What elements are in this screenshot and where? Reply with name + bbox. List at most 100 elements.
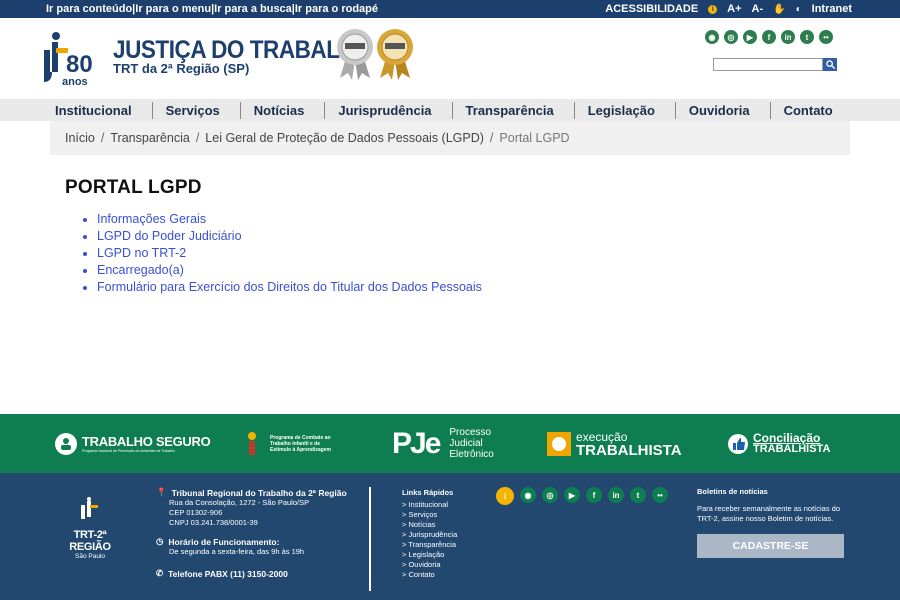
nav-item-jurisprudencia[interactable]: Jurisprudência [325,101,453,119]
pje-logo: PJe [392,426,441,460]
quick-link-servicos[interactable]: > Serviços [402,510,457,520]
contrast-icon[interactable]: ◐ [796,4,802,15]
breadcrumb-separator: / [100,131,105,145]
combate-trabalho-infantil-banner[interactable]: Programa de Combate ao Trabalho Infantil… [240,414,336,473]
search-input[interactable] [713,58,823,71]
logo-anos: anos [62,76,88,88]
quick-link-noticias[interactable]: > Notícias [402,520,457,530]
quick-links-title: Links Rápidos [402,488,454,497]
breadcrumb-link-lgpd[interactable]: Lei Geral de Proteção de Dados Pessoais … [205,131,484,145]
accessibility-bar: Ir para conteúdo| Ir para o menu| Ir par… [0,0,900,18]
twitter-icon[interactable]: t [800,30,814,44]
footer-address: 📍 Tribunal Regional do Trabalho da 2ª Reg… [156,487,356,579]
lgpd-link-list: Informações Gerais LGPD do Poder Judiciá… [80,211,482,296]
execucao-icon [547,431,571,456]
newsletter: Boletins de notícias Para receber semana… [697,487,847,558]
hours-text: De segunda a sexta-feira, das 9h às 19h [169,547,305,556]
nav-item-contato[interactable]: Contato [771,102,853,119]
quick-link-institucional[interactable]: > Institucional [402,500,457,510]
conciliacao-trabalhista-banner[interactable]: Conciliação TRABALHISTA [727,414,830,473]
skip-to-content-link[interactable]: Ir para conteúdo| [46,3,135,15]
trabalho-seguro-icon [55,432,77,455]
logo-number: 80 [66,51,93,78]
footer-trt-logo[interactable]: TRT-2ª REGIÃO São Paulo [55,497,125,560]
font-increase-button[interactable]: A+ [727,3,741,15]
address-line: Rua da Consolação, 1272 - São Paulo/SP [169,498,310,507]
breadcrumb-link-inicio[interactable]: Início [65,131,95,145]
address-line: CEP 01302-906 [169,508,223,517]
linkedin-icon[interactable]: in [608,487,624,503]
footer-trt-city: São Paulo [75,553,105,560]
execucao-trabalhista-banner[interactable]: execução TRABALHISTA [546,414,682,473]
nav-item-institucional[interactable]: Institucional [42,101,153,119]
header-social-links: ◉ ◎ ▶ f in t •• [705,30,833,44]
skip-to-footer-link[interactable]: Ir para o rodapé [295,3,378,15]
trabalho-seguro-banner[interactable]: TRABALHO SEGURO Programa Nacional de Pre… [54,414,211,473]
nav-item-noticias[interactable]: Notícias [241,101,326,119]
facebook-icon[interactable]: f [586,487,602,503]
quick-link-ouvidoria[interactable]: > Ouvidoria [402,560,457,570]
youtube-icon[interactable]: ▶ [743,30,757,44]
conciliacao-line1: Conciliação [753,430,821,445]
programs-band: TRABALHO SEGURO Programa Nacional de Pre… [0,414,900,473]
footer-trt-name: TRT-2ª REGIÃO [69,529,111,553]
org-name: Tribunal Regional do Trabalho da 2ª Regi… [171,487,347,498]
rss-icon[interactable]: ◉ [520,487,536,503]
facebook-icon[interactable]: f [762,30,776,44]
search-box [713,58,837,71]
nav-item-servicos[interactable]: Serviços [153,101,241,119]
nav-item-legislacao[interactable]: Legislação [575,101,676,119]
breadcrumb: Início / Transparência / Lei Geral de Pr… [50,121,850,155]
footer-divider [369,487,371,591]
flickr-icon[interactable]: •• [652,487,668,503]
flickr-icon[interactable]: •• [819,30,833,44]
silver-seal-icon [337,29,373,80]
cadastre-se-button[interactable]: CADASTRE-SE [697,534,844,558]
combate-text: Programa de Combate ao Trabalho Infantil… [270,434,331,453]
info-icon[interactable]: i [708,4,718,14]
info-icon[interactable]: i [496,487,514,505]
quick-link-legislacao[interactable]: > Legislação [402,550,457,560]
brand-title: JUSTIÇA DO TRABALHO [113,36,373,64]
hand-icon[interactable]: ✋ [773,4,785,15]
breadcrumb-separator: / [489,131,494,145]
pje-text-line: Judicial [449,438,483,449]
linkedin-icon[interactable]: in [781,30,795,44]
address-line: CNPJ 03.241.738/0001-39 [169,518,258,527]
link-formulario-direitos[interactable]: Formulário para Exercício dos Direitos d… [80,279,482,296]
accessibility-link[interactable]: ACESSIBILIDADE [605,3,698,15]
clock-icon: ◷ [156,536,164,546]
quick-link-contato[interactable]: > Contato [402,570,457,580]
location-pin-icon: 📍 [156,487,167,497]
pje-banner[interactable]: PJe Processo Judicial Eletrônico [392,414,494,473]
newsletter-text: Para receber semanalmente as notícias do… [697,504,840,523]
nav-item-ouvidoria[interactable]: Ouvidoria [676,101,771,119]
link-encarregado[interactable]: Encarregado(a) [80,262,482,279]
site-header: 80 anos JUSTIÇA DO TRABALHO TRT da 2ª Re… [0,18,900,100]
breadcrumb-separator: / [195,131,200,145]
site-footer: TRT-2ª REGIÃO São Paulo 📍 Tribunal Region… [0,473,900,600]
skip-to-menu-link[interactable]: Ir para o menu| [135,3,214,15]
search-button[interactable] [823,58,837,71]
link-lgpd-trt2[interactable]: LGPD no TRT-2 [80,245,482,262]
instagram-icon[interactable]: ◎ [542,487,558,503]
instagram-icon[interactable]: ◎ [724,30,738,44]
link-informacoes-gerais[interactable]: Informações Gerais [80,211,482,228]
intranet-link[interactable]: Intranet [812,3,852,15]
twitter-icon[interactable]: t [630,487,646,503]
youtube-icon[interactable]: ▶ [564,487,580,503]
skip-to-search-link[interactable]: Ir para a busca| [214,3,295,15]
justica-80-anos-logo[interactable]: 80 anos [44,32,104,88]
quick-link-transparencia[interactable]: > Transparência [402,540,457,550]
quick-link-jurisprudencia[interactable]: > Jurisprudência [402,530,457,540]
execucao-line2: TRABALHISTA [576,441,682,459]
font-decrease-button[interactable]: A- [752,3,764,15]
main-nav: Institucional Serviços Notícias Jurispru… [0,99,900,121]
search-icon [825,60,835,69]
rss-icon[interactable]: ◉ [705,30,719,44]
trabalho-seguro-subtitle: Programa Nacional de Prevenção de Aciden… [82,449,176,453]
link-lgpd-poder-judiciario[interactable]: LGPD do Poder Judiciário [80,228,482,245]
nav-item-transparencia[interactable]: Transparência [453,101,575,119]
breadcrumb-link-transparencia[interactable]: Transparência [110,131,189,145]
trt-logo-icon [81,497,98,519]
